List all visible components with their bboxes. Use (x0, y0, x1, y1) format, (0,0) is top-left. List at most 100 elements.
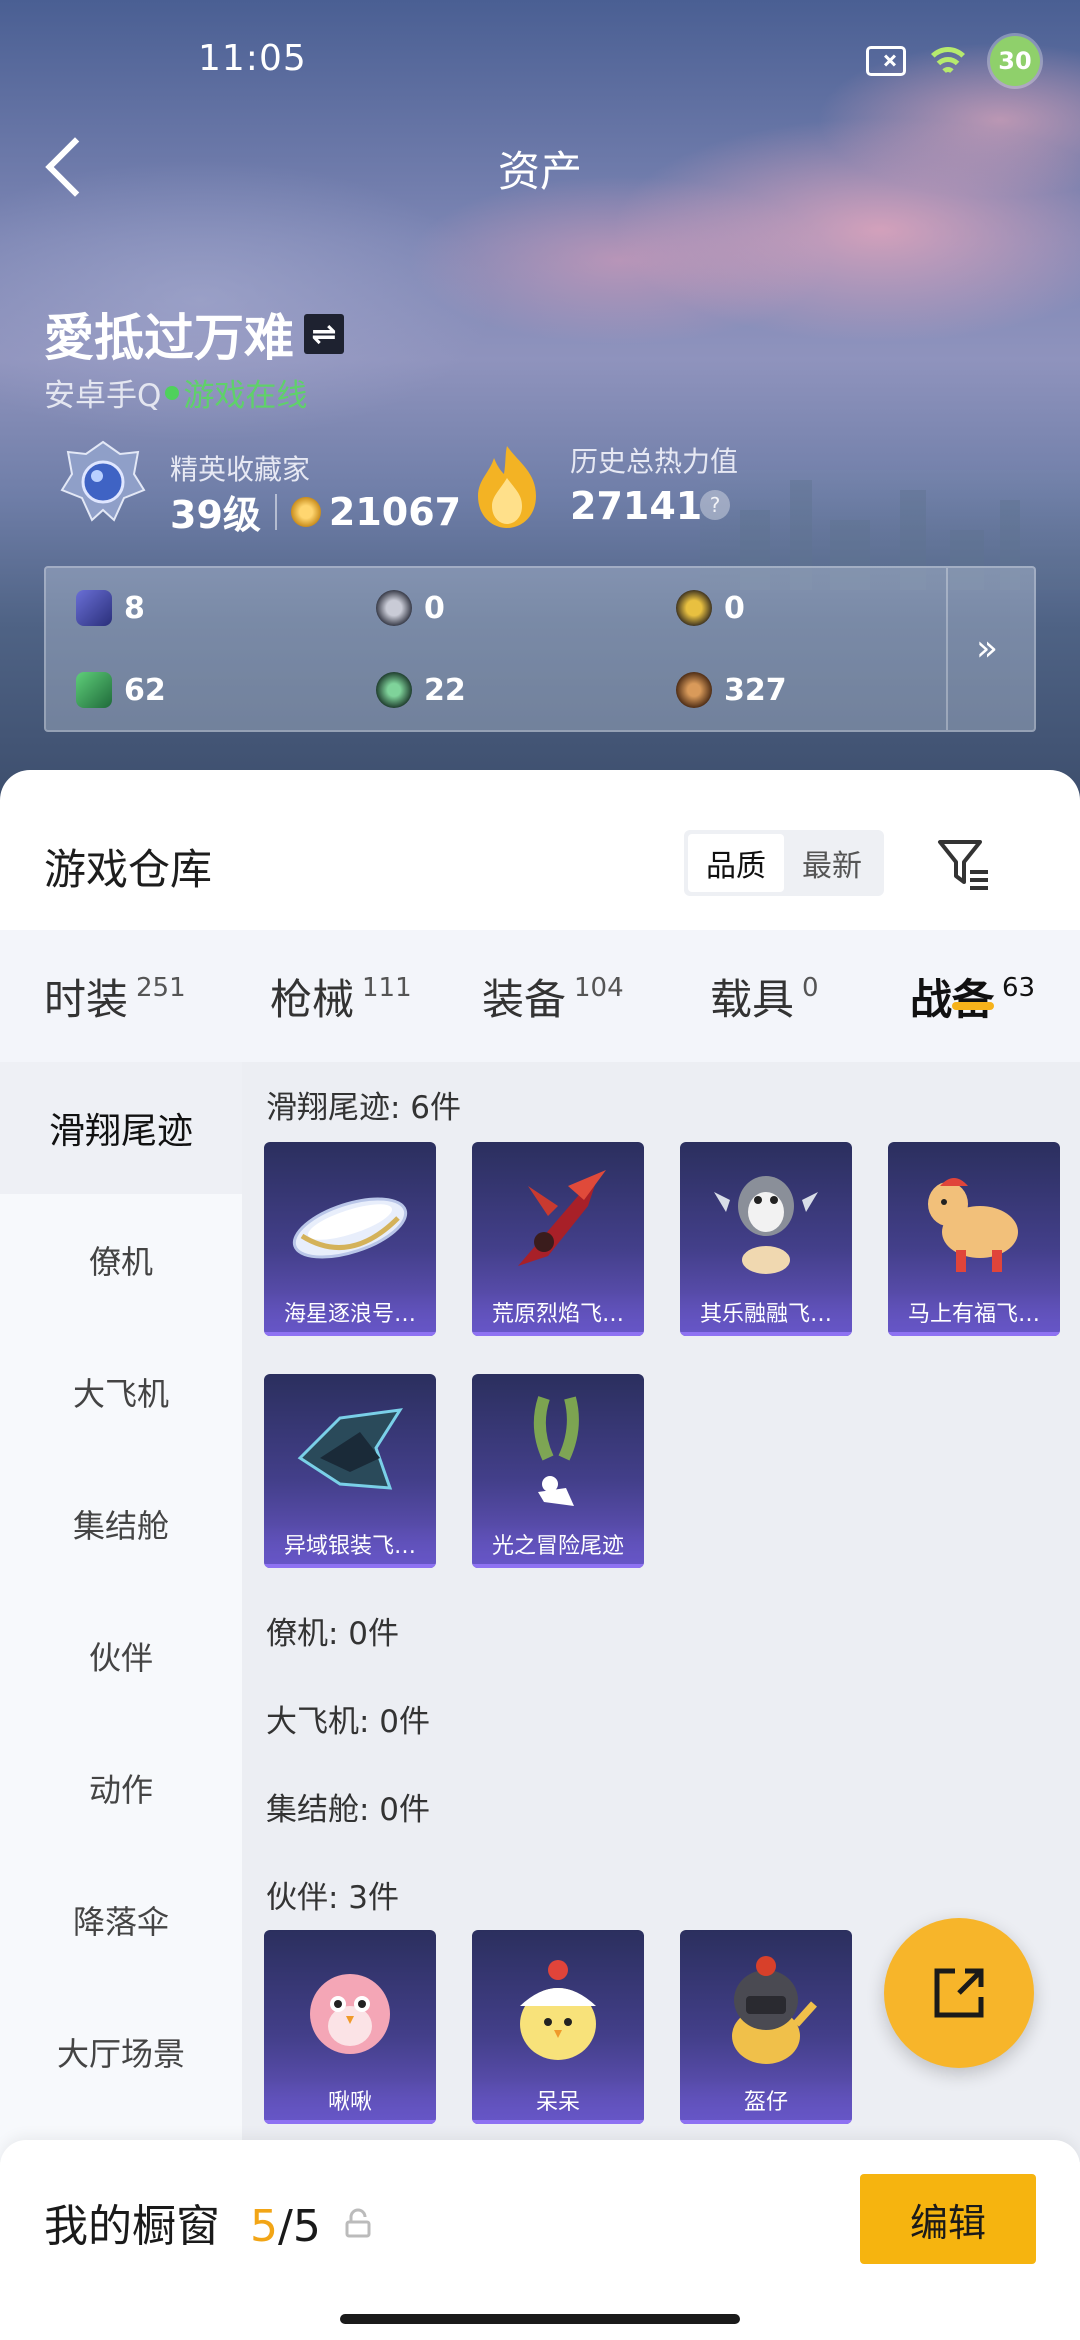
horse-glider-art (928, 1178, 1018, 1272)
green-coin-icon (376, 672, 412, 708)
tab-equipment[interactable]: 装备 104 (482, 930, 624, 1062)
item-name: 呆呆 (472, 2082, 644, 2124)
rank-stats: 39级 21067 (170, 484, 461, 539)
battery-icon: 30 (990, 36, 1040, 86)
penguin-glider-art (714, 1176, 818, 1274)
item-card[interactable]: 其乐融融飞… (680, 1142, 852, 1336)
tab-count: 111 (362, 973, 412, 1003)
rank-medal-icon (60, 440, 146, 522)
home-indicator[interactable] (340, 2314, 740, 2324)
online-dot-icon (165, 385, 180, 400)
active-tab-indicator (952, 1002, 994, 1010)
currency-panel[interactable]: 8 0 0 62 22 327 » (44, 566, 1036, 732)
tab-label: 装备 (482, 974, 567, 1024)
bronze-coin-icon (676, 672, 712, 708)
divider (946, 568, 948, 730)
currency-value: 62 (124, 672, 166, 708)
helmet-chick-art (732, 1956, 817, 2064)
sort-quality-button[interactable]: 品质 (688, 834, 784, 892)
section-title-companion: 伙伴: 3件 (266, 1880, 400, 1916)
section-title-pod: 集结舱: 0件 (266, 1792, 431, 1828)
sort-newest-button[interactable]: 最新 (784, 834, 880, 892)
item-card[interactable]: 呆呆 (472, 1930, 644, 2124)
side-item-lobby-scene[interactable]: 大厅场景 (0, 1986, 242, 2118)
profile-name-text: 愛抵过万难 (44, 309, 294, 367)
edit-button[interactable]: 编辑 (860, 2174, 1036, 2264)
page-title: 资产 (497, 147, 582, 196)
showcase-total: 5 (292, 2201, 321, 2252)
rarity-stripe (472, 1564, 644, 1568)
section-title-big-plane: 大飞机: 0件 (266, 1704, 431, 1740)
chick-art (520, 1960, 596, 2060)
lock-icon (345, 2208, 371, 2238)
item-card[interactable]: 异域银装飞… (264, 1374, 436, 1568)
flame-glider-art (518, 1170, 606, 1266)
side-item-parachute[interactable]: 降落伞 (0, 1854, 242, 1986)
showcase-count: 5/5 (250, 2201, 321, 2252)
share-button[interactable] (884, 1918, 1034, 2068)
no-sim-icon (866, 46, 906, 76)
rarity-stripe (264, 1564, 436, 1568)
tab-label: 时装 (44, 974, 129, 1024)
profile-platform: 安卓手Q 游戏在线 (44, 370, 307, 415)
tab-vehicles[interactable]: 载具 0 (710, 930, 819, 1062)
tab-battle-gear[interactable]: 战备 63 (910, 930, 1035, 1062)
item-card[interactable]: 啾啾 (264, 1930, 436, 2124)
warehouse-sheet: 游戏仓库 品质 最新 时装 251 枪械 111 装备 104 载具 0 战备 … (0, 770, 1080, 2340)
heat-title: 历史总热力值 (570, 445, 739, 478)
tab-label: 载具 (710, 974, 795, 1024)
side-item-emote[interactable]: 动作 (0, 1722, 242, 1854)
currency-value: 0 (724, 590, 745, 626)
showcase-title: 我的橱窗 5/5 (44, 2190, 321, 2254)
rarity-stripe (264, 2120, 436, 2124)
rarity-stripe (680, 1332, 852, 1336)
item-name: 光之冒险尾迹 (472, 1526, 644, 1568)
item-name: 马上有福飞… (888, 1294, 1060, 1336)
currency-item: 0 (676, 590, 745, 626)
divider (274, 493, 277, 530)
section-title-glide-trail: 滑翔尾迹: 6件 (266, 1090, 462, 1126)
showcase-separator: / (278, 2201, 293, 2252)
card-ticket-icon (76, 590, 112, 626)
help-icon[interactable]: ? (700, 490, 730, 520)
pink-bird-art (310, 1974, 390, 2054)
collection-points-value: 21067 (328, 489, 462, 534)
green-ticket-icon (76, 672, 112, 708)
side-item-big-plane[interactable]: 大飞机 (0, 1326, 242, 1458)
currency-item: 22 (376, 672, 466, 708)
item-card[interactable]: 盔仔 (680, 1930, 852, 2124)
side-item-pod[interactable]: 集结舱 (0, 1458, 242, 1590)
showcase-label: 我的橱窗 (44, 2201, 220, 2252)
silver-glider-art (297, 1408, 403, 1490)
tab-weapons[interactable]: 枪械 111 (270, 930, 412, 1062)
profile-name: 愛抵过万难 ⇌ (44, 298, 344, 370)
filter-icon[interactable] (936, 836, 992, 892)
side-item-glide-trail[interactable]: 滑翔尾迹 (0, 1062, 242, 1194)
rarity-stripe (888, 1332, 1060, 1336)
collection-points-icon (290, 496, 321, 527)
status-time: 11:05 (198, 38, 307, 79)
currency-value: 0 (424, 590, 445, 626)
heat-value: 27141 (570, 484, 703, 528)
item-name: 荒原烈焰飞… (472, 1294, 644, 1336)
item-name: 异域银装飞… (264, 1526, 436, 1568)
tab-fashion[interactable]: 时装 251 (44, 930, 186, 1062)
section-title-wingman: 僚机: 0件 (266, 1616, 400, 1652)
smoke-trail-art (533, 1396, 579, 1506)
share-icon (934, 1968, 984, 2018)
gold-coin-icon (676, 590, 712, 626)
rank-title: 精英收藏家 (170, 453, 311, 486)
currency-item: 0 (376, 590, 445, 626)
item-name: 盔仔 (680, 2082, 852, 2124)
item-card[interactable]: 荒原烈焰飞… (472, 1142, 644, 1336)
side-item-wingman[interactable]: 僚机 (0, 1194, 242, 1326)
switch-account-icon[interactable]: ⇌ (304, 314, 344, 354)
wifi-icon (924, 43, 972, 79)
rarity-stripe (472, 1332, 644, 1336)
side-item-companion[interactable]: 伙伴 (0, 1590, 242, 1722)
more-arrow-icon[interactable]: » (976, 628, 998, 669)
status-icons: 30 (866, 36, 1040, 86)
item-card[interactable]: 马上有福飞… (888, 1142, 1060, 1336)
item-card[interactable]: 海星逐浪号… (264, 1142, 436, 1336)
item-card[interactable]: 光之冒险尾迹 (472, 1374, 644, 1568)
